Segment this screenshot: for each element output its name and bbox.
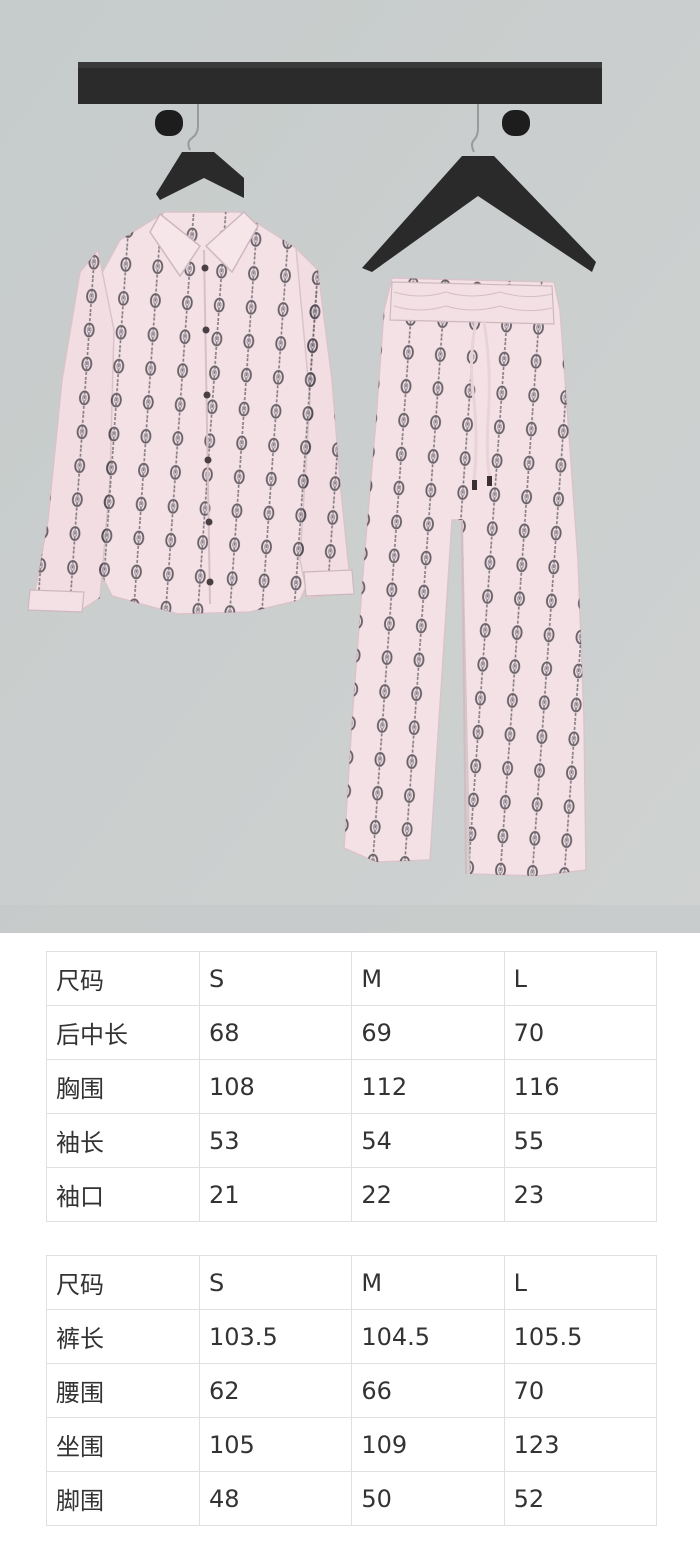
- trousers-size-table: 尺码 S M L 裤长 103.5 104.5 105.5 腰围 62 66 7…: [46, 1255, 658, 1526]
- table-cell: 116: [503, 1059, 658, 1114]
- table-cell: 70: [503, 1363, 658, 1418]
- table-cell: 21: [198, 1167, 353, 1222]
- table-cell: 109: [351, 1417, 505, 1472]
- table-header-row: 尺码 S M L: [46, 1255, 658, 1310]
- table-cell: 胸围: [46, 1059, 200, 1114]
- table-cell: 108: [198, 1059, 353, 1114]
- table-cell: 103.5: [198, 1309, 353, 1364]
- table-cell: 23: [503, 1167, 658, 1222]
- table-row: 腰围 62 66 70: [46, 1363, 658, 1418]
- table-row: 裤长 103.5 104.5 105.5: [46, 1309, 658, 1364]
- table-cell: 后中长: [46, 1005, 200, 1060]
- table-cell: 54: [351, 1113, 505, 1168]
- table-cell: 104.5: [351, 1309, 505, 1364]
- table-cell: L: [503, 1255, 658, 1310]
- table-row: 袖长 53 54 55: [46, 1113, 658, 1168]
- table-cell: 袖口: [46, 1167, 200, 1222]
- table-cell: 22: [351, 1167, 505, 1222]
- table-cell: 53: [198, 1113, 353, 1168]
- table-cell: 裤长: [46, 1309, 200, 1364]
- table-row: 后中长 68 69 70: [46, 1005, 658, 1060]
- table-cell: 袖长: [46, 1113, 200, 1168]
- table-cell: M: [351, 951, 505, 1006]
- table-cell: 尺码: [46, 1255, 200, 1310]
- shirt-size-table: 尺码 S M L 后中长 68 69 70 胸围 108 112 116 袖长 …: [46, 951, 658, 1222]
- table-row: 袖口 21 22 23: [46, 1167, 658, 1222]
- table-row: 脚围 48 50 52: [46, 1471, 658, 1526]
- table-cell: 112: [351, 1059, 505, 1114]
- table-cell: 123: [503, 1417, 658, 1472]
- table-cell: 55: [503, 1113, 658, 1168]
- table-row: 胸围 108 112 116: [46, 1059, 658, 1114]
- table-cell: 脚围: [46, 1471, 200, 1526]
- trousers: [343, 277, 587, 877]
- table-cell: 66: [351, 1363, 505, 1418]
- table-cell: 69: [351, 1005, 505, 1060]
- table-cell: S: [198, 1255, 353, 1310]
- table-cell: 48: [198, 1471, 353, 1526]
- table-cell: 105: [198, 1417, 353, 1472]
- table-cell: 50: [351, 1471, 505, 1526]
- table-cell: M: [351, 1255, 505, 1310]
- table-header-row: 尺码 S M L: [46, 951, 658, 1006]
- table-row: 坐围 105 109 123: [46, 1417, 658, 1472]
- table-cell: 坐围: [46, 1417, 200, 1472]
- table-cell: 52: [503, 1471, 658, 1526]
- table-cell: 62: [198, 1363, 353, 1418]
- table-cell: 腰围: [46, 1363, 200, 1418]
- product-photo: [0, 0, 700, 933]
- table-cell: 68: [198, 1005, 353, 1060]
- table-cell: 尺码: [46, 951, 200, 1006]
- table-cell: 70: [503, 1005, 658, 1060]
- floor-edge: [0, 905, 700, 933]
- table-cell: S: [198, 951, 353, 1006]
- table-cell: L: [503, 951, 658, 1006]
- table-cell: 105.5: [503, 1309, 658, 1364]
